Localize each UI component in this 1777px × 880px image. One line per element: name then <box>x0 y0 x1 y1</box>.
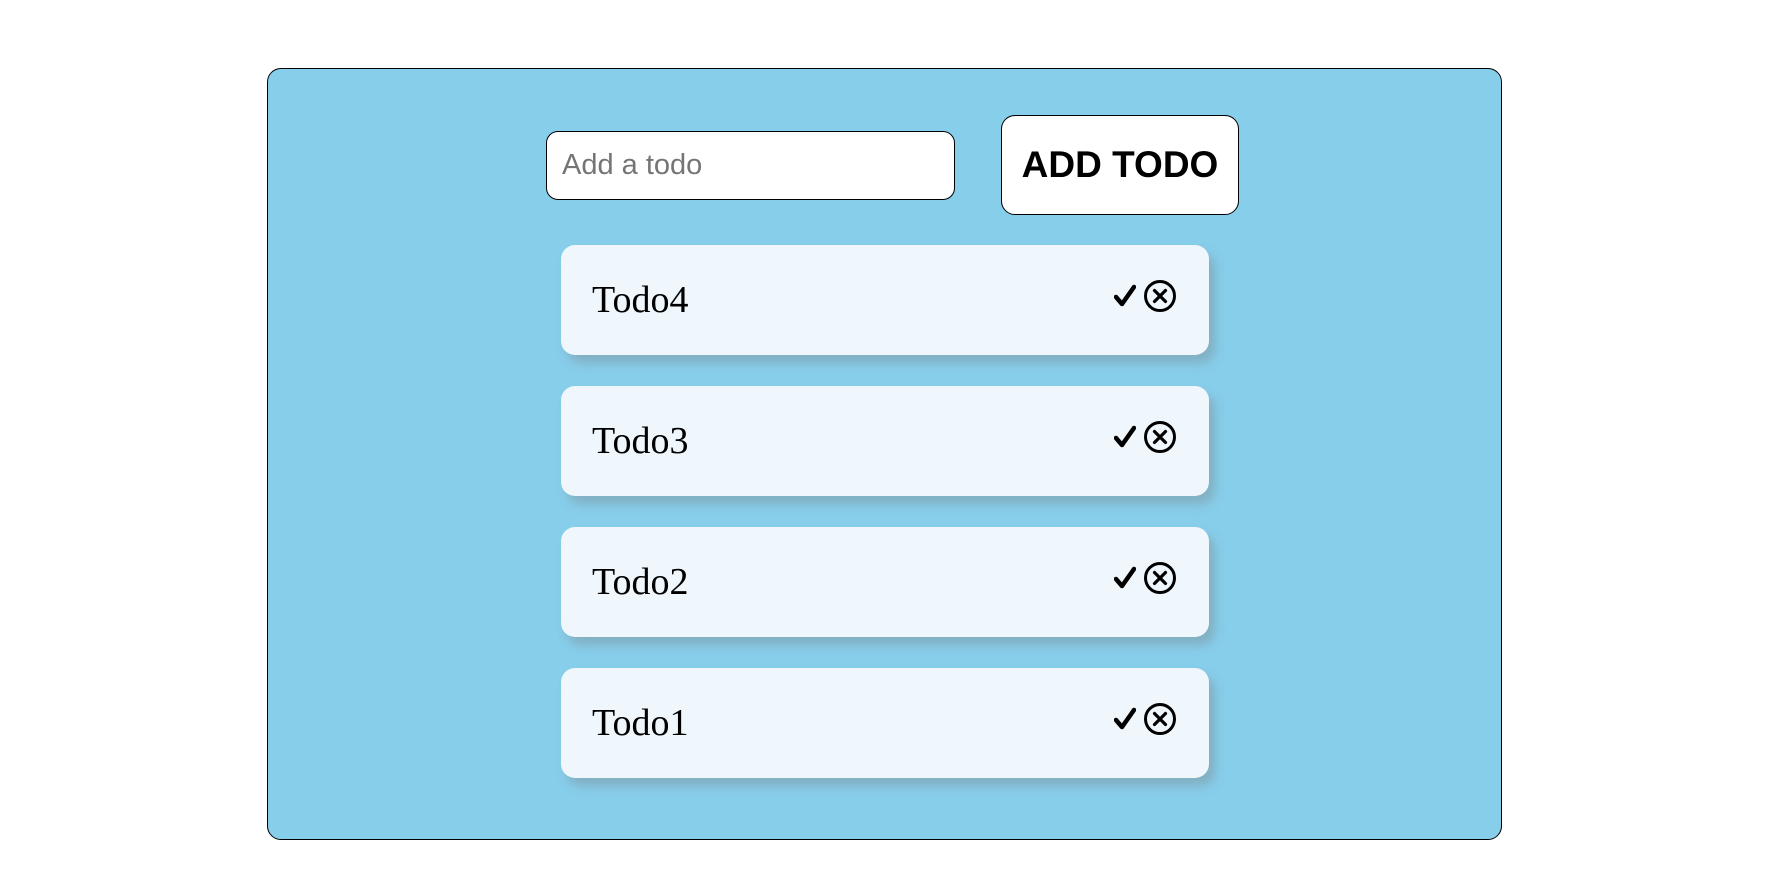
todo-input[interactable] <box>546 131 955 200</box>
todo-list: Todo4 Todo3 Todo2 Todo1 <box>561 245 1209 809</box>
todo-item: Todo4 <box>561 245 1209 355</box>
todo-item: Todo3 <box>561 386 1209 496</box>
todo-text: Todo1 <box>592 702 689 744</box>
check-icon[interactable] <box>1114 566 1136 590</box>
check-icon[interactable] <box>1114 284 1136 308</box>
todo-text: Todo3 <box>592 420 689 462</box>
todo-item: Todo2 <box>561 527 1209 637</box>
circle-x-icon[interactable] <box>1143 561 1177 595</box>
todo-app-panel: ADD TODO Todo4 Todo3 <box>267 68 1502 840</box>
todo-text: Todo2 <box>592 561 689 603</box>
add-todo-button[interactable]: ADD TODO <box>1001 115 1239 215</box>
circle-x-icon[interactable] <box>1143 279 1177 313</box>
todo-actions <box>1114 420 1177 454</box>
todo-text: Todo4 <box>592 279 689 321</box>
todo-actions <box>1114 279 1177 313</box>
check-icon[interactable] <box>1114 707 1136 731</box>
todo-actions <box>1114 702 1177 736</box>
check-icon[interactable] <box>1114 425 1136 449</box>
todo-item: Todo1 <box>561 668 1209 778</box>
todo-actions <box>1114 561 1177 595</box>
circle-x-icon[interactable] <box>1143 420 1177 454</box>
circle-x-icon[interactable] <box>1143 702 1177 736</box>
